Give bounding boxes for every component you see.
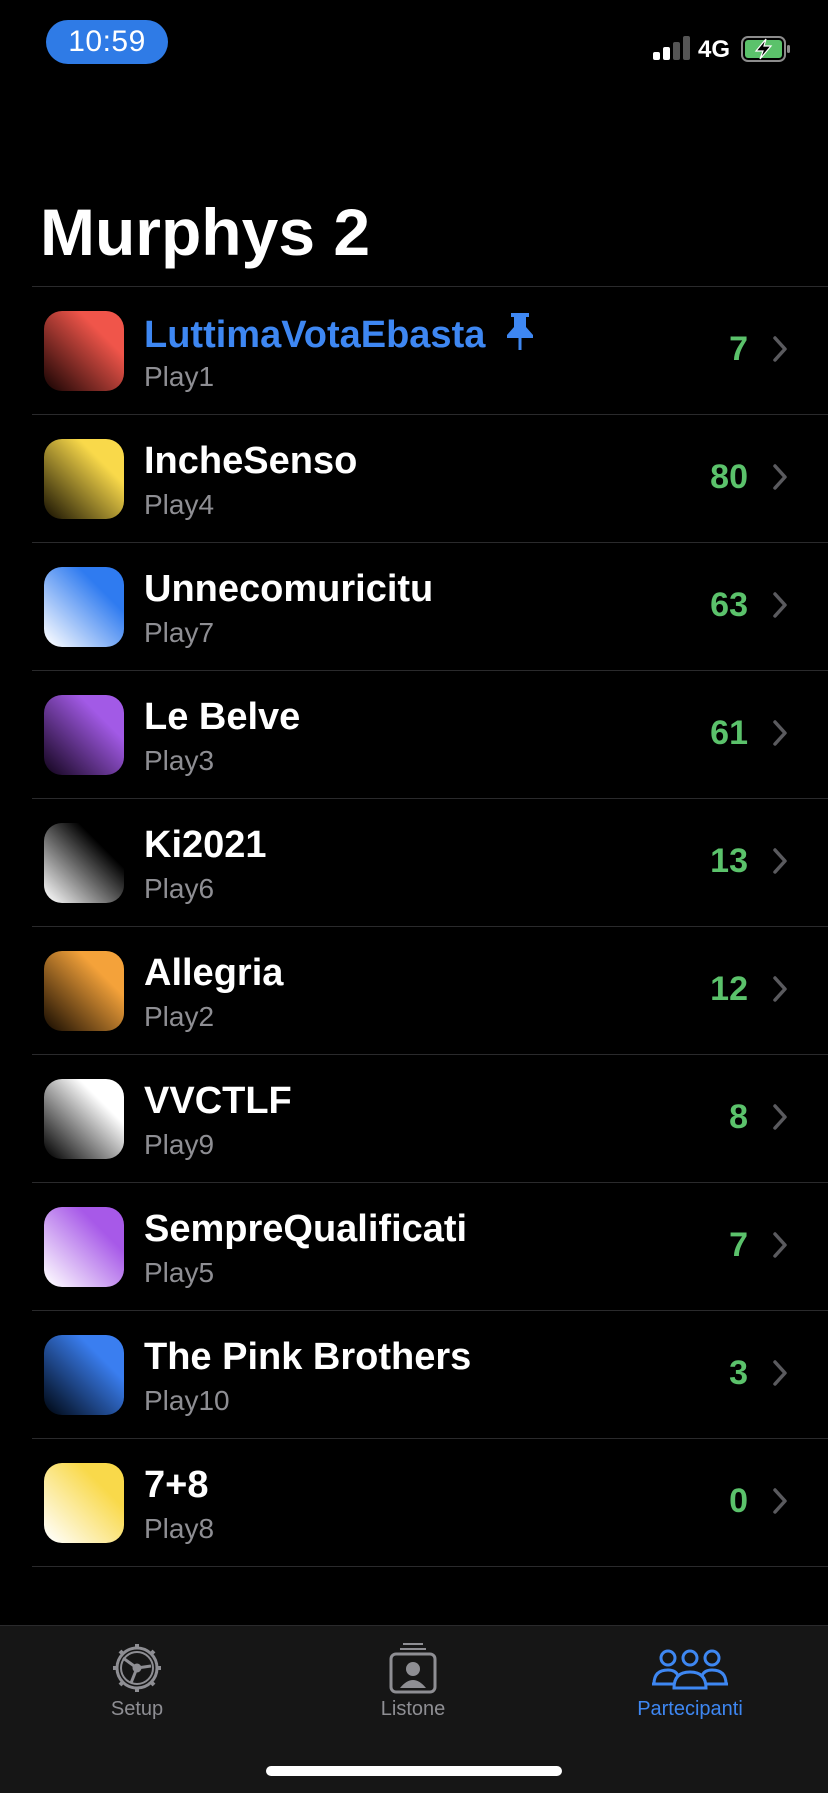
team-avatar <box>44 567 124 647</box>
status-time[interactable]: 10:59 <box>46 20 168 64</box>
team-name: Ki2021 <box>144 823 267 867</box>
chevron-right-icon <box>773 848 787 874</box>
team-name-label: 7+8 <box>144 1464 209 1506</box>
score-value: 0 <box>729 1482 748 1520</box>
chevron-right-icon <box>773 464 787 490</box>
chevron-right-icon <box>773 1360 787 1386</box>
team-name-label: VVCTLF <box>144 1080 292 1122</box>
chevron-right-icon <box>773 720 787 746</box>
gear-icon <box>113 1644 161 1692</box>
player-name: Play5 <box>144 1257 215 1288</box>
team-name: Allegria <box>144 951 283 995</box>
team-name-label: IncheSenso <box>144 440 358 482</box>
team-avatar <box>44 1079 124 1159</box>
team-name: The Pink Brothers <box>144 1335 471 1379</box>
player-name: Play4 <box>144 489 215 520</box>
team-name: Unnecomuricitu <box>144 567 433 611</box>
team-name-label: Ki2021 <box>144 824 267 866</box>
list-item[interactable]: Ki2021 Play6 13 <box>32 799 828 927</box>
team-name-label: LuttimaVotaEbasta <box>144 314 486 356</box>
team-name-label: Unnecomuricitu <box>144 568 434 610</box>
list-item[interactable]: SempreQualificati Play5 7 <box>32 1183 828 1311</box>
score-value: 3 <box>729 1354 748 1392</box>
list-item[interactable]: 7+8 Play8 0 <box>32 1439 828 1567</box>
chevron-right-icon <box>773 1232 787 1258</box>
status-bar: 10:59 4G <box>0 0 828 100</box>
team-name: SempreQualificati <box>144 1207 467 1251</box>
tab-setup[interactable]: Setup <box>37 1640 237 1721</box>
cellular-signal-icon <box>653 36 691 60</box>
player-name: Play8 <box>144 1513 215 1544</box>
score-value: 8 <box>729 1098 748 1136</box>
player-name: Play10 <box>144 1385 230 1416</box>
score-value: 7 <box>729 1226 748 1264</box>
score-value: 13 <box>710 842 748 880</box>
network-type: 4G <box>698 36 731 63</box>
list-item[interactable]: VVCTLF Play9 8 <box>32 1055 828 1183</box>
team-name: Le Belve <box>144 695 300 739</box>
chevron-right-icon <box>773 336 787 362</box>
group-icon <box>652 1649 728 1690</box>
team-avatar <box>44 823 124 903</box>
list-item[interactable]: Allegria Play2 12 <box>32 927 828 1055</box>
contacts-icon <box>389 1643 437 1694</box>
player-name: Play9 <box>144 1129 215 1160</box>
chevron-right-icon <box>773 1488 787 1514</box>
pin-icon <box>507 313 534 350</box>
list-item[interactable]: LuttimaVotaEbasta Play1 7 <box>32 287 828 415</box>
score-value: 12 <box>710 970 748 1008</box>
list-item[interactable]: The Pink Brothers Play10 3 <box>32 1311 828 1439</box>
score-value: 63 <box>710 586 748 624</box>
list-item[interactable]: Unnecomuricitu Play7 63 <box>32 543 828 671</box>
home-indicator[interactable] <box>266 1766 562 1776</box>
player-name: Play1 <box>144 361 215 392</box>
tab-label: Listone <box>380 1698 446 1720</box>
player-name: Play2 <box>144 1001 215 1032</box>
team-avatar <box>44 1207 124 1287</box>
team-name-label: Le Belve <box>144 696 301 738</box>
tab-label: Partecipanti <box>637 1698 743 1720</box>
chevron-right-icon <box>773 592 787 618</box>
chevron-right-icon <box>773 1104 787 1130</box>
team-name-label: Allegria <box>144 952 284 994</box>
participants-list: LuttimaVotaEbasta Play1 7 IncheSenso Play4 80… <box>32 286 828 1567</box>
battery-charging-icon <box>741 36 790 62</box>
score-value: 80 <box>710 458 748 496</box>
team-name: VVCTLF <box>144 1079 292 1123</box>
team-name-label: SempreQualificati <box>144 1208 468 1250</box>
player-name: Play7 <box>144 617 215 648</box>
team-avatar <box>44 951 124 1031</box>
chevron-right-icon <box>773 976 787 1002</box>
page-title: Murphys 2 <box>40 195 371 269</box>
team-avatar <box>44 439 124 519</box>
tab-listone[interactable]: Listone <box>313 1640 513 1721</box>
team-avatar <box>44 311 124 391</box>
team-name-label: The Pink Brothers <box>144 1336 472 1378</box>
tab-partecipanti[interactable]: Partecipanti <box>590 1640 790 1721</box>
team-avatar <box>44 1463 124 1543</box>
score-value: 61 <box>710 714 748 752</box>
tab-label: Setup <box>110 1698 164 1720</box>
score-value: 7 <box>729 330 748 368</box>
team-avatar <box>44 1335 124 1415</box>
player-name: Play6 <box>144 873 215 904</box>
list-item[interactable]: Le Belve Play3 61 <box>32 671 828 799</box>
team-name: IncheSenso <box>144 439 357 483</box>
team-name: 7+8 <box>144 1463 208 1507</box>
team-name: LuttimaVotaEbasta <box>144 311 537 357</box>
player-name: Play3 <box>144 745 215 776</box>
list-item[interactable]: IncheSenso Play4 80 <box>32 415 828 543</box>
team-avatar <box>44 695 124 775</box>
